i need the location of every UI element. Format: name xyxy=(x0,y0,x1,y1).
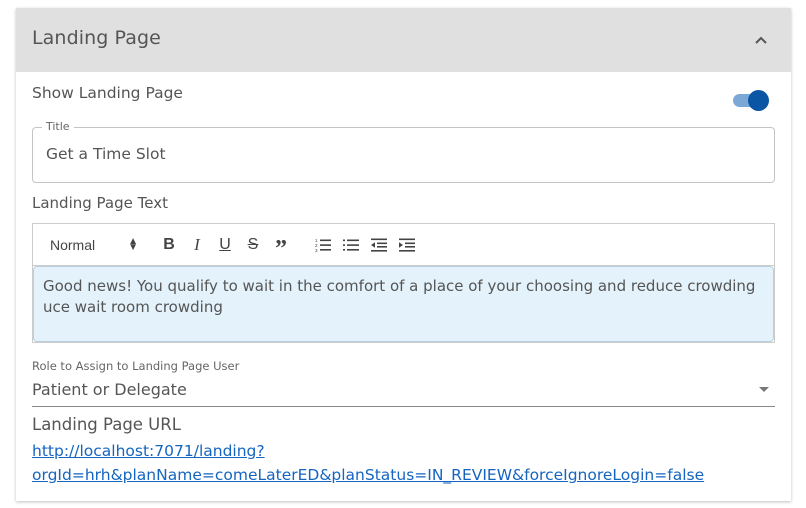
bold-button[interactable]: B xyxy=(160,234,178,256)
editor-content[interactable]: Good news! You qualify to wait in the co… xyxy=(33,266,774,342)
caret-down-icon xyxy=(759,387,769,392)
show-landing-page-row: Show Landing Page xyxy=(32,82,775,112)
show-landing-page-label: Show Landing Page xyxy=(32,84,183,102)
panel-title: Landing Page xyxy=(32,27,161,49)
format-select-value: Normal xyxy=(50,237,96,253)
role-select-value: Patient or Delegate xyxy=(32,380,187,399)
url-line-1: http://localhost:7071/landing? xyxy=(32,442,265,460)
panel-header[interactable]: Landing Page xyxy=(16,8,791,72)
rich-text-editor: Normal ▲ ▼ B I U S ” 1 2 3 Good news! Yo… xyxy=(32,223,775,343)
italic-button[interactable]: I xyxy=(188,234,206,256)
landing-page-url-link[interactable]: http://localhost:7071/landing? orgId=hrh&… xyxy=(32,439,772,487)
indent-button[interactable] xyxy=(398,234,416,256)
show-landing-page-toggle[interactable] xyxy=(731,90,769,111)
bullet-list-icon xyxy=(343,239,359,251)
chevron-up-icon[interactable] xyxy=(751,30,771,50)
title-input[interactable] xyxy=(46,145,746,163)
svg-text:3: 3 xyxy=(315,248,318,252)
format-select[interactable]: Normal ▲ ▼ xyxy=(50,234,138,256)
title-field: Title xyxy=(32,120,775,183)
indent-icon xyxy=(399,238,415,252)
ordered-list-button[interactable]: 1 2 3 xyxy=(314,234,332,256)
bullet-list-button[interactable] xyxy=(342,234,360,256)
url-line-2: orgId=hrh&planName=comeLaterED&planStatu… xyxy=(32,466,705,484)
strikethrough-button[interactable]: S xyxy=(244,234,262,256)
landing-page-panel: Landing Page Show Landing Page Title Lan… xyxy=(16,8,791,501)
outdent-icon xyxy=(371,238,387,252)
title-field-label: Title xyxy=(42,120,74,133)
role-select-label: Role to Assign to Landing Page User xyxy=(32,359,240,373)
editor-toolbar: Normal ▲ ▼ B I U S ” 1 2 3 xyxy=(33,224,774,266)
outdent-button[interactable] xyxy=(370,234,388,256)
landing-page-text-label: Landing Page Text xyxy=(32,194,168,212)
select-arrows-icon: ▲ ▼ xyxy=(128,236,138,253)
role-select[interactable]: Patient or Delegate xyxy=(32,378,775,407)
landing-page-url-label: Landing Page URL xyxy=(32,415,181,434)
ordered-list-icon: 1 2 3 xyxy=(315,238,331,252)
toggle-thumb xyxy=(748,90,769,111)
blockquote-button[interactable]: ” xyxy=(272,234,290,262)
underline-button[interactable]: U xyxy=(216,234,234,256)
